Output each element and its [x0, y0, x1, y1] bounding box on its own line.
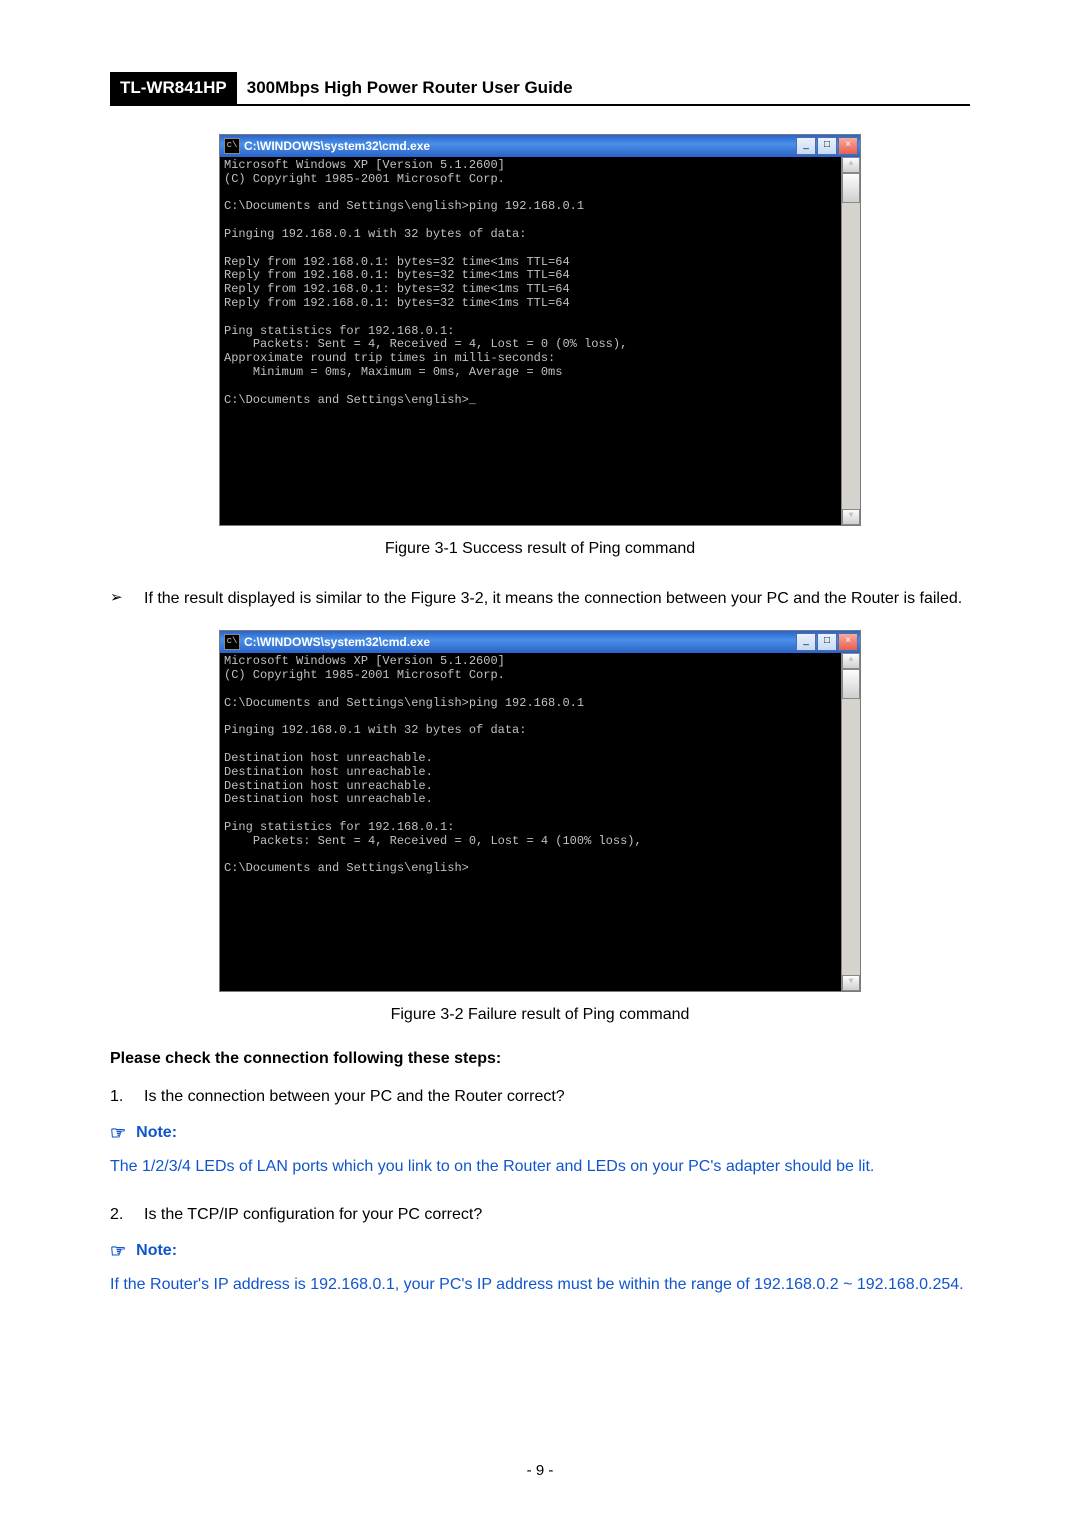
scroll-thumb[interactable]: [842, 173, 860, 203]
step-1: 1. Is the connection between your PC and…: [110, 1082, 970, 1112]
step-number: 1.: [110, 1082, 144, 1112]
page-header: TL-WR841HP 300Mbps High Power Router Use…: [110, 72, 970, 106]
step-2: 2. Is the TCP/IP configuration for your …: [110, 1200, 970, 1230]
maximize-button[interactable]: □: [817, 633, 837, 651]
note-body-1: The 1/2/3/4 LEDs of LAN ports which you …: [110, 1152, 970, 1182]
scrollbar[interactable]: ▲ ▼: [841, 157, 860, 525]
maximize-button[interactable]: □: [817, 137, 837, 155]
cmd-title: C:\WINDOWS\system32\cmd.exe: [244, 139, 796, 153]
cmd-icon: c\: [224, 634, 240, 650]
cmd-title: C:\WINDOWS\system32\cmd.exe: [244, 635, 796, 649]
scroll-track[interactable]: [842, 699, 860, 975]
cmd-titlebar: c\ C:\WINDOWS\system32\cmd.exe _ □ ×: [220, 135, 860, 157]
steps-heading: Please check the connection following th…: [110, 1050, 970, 1068]
note-label: Note:: [136, 1242, 177, 1260]
minimize-button[interactable]: _: [796, 633, 816, 651]
hand-icon: ☞: [110, 1241, 126, 1262]
failure-note: ➢ If the result displayed is similar to …: [110, 584, 970, 614]
product-model: TL-WR841HP: [110, 72, 237, 104]
scroll-down-icon[interactable]: ▼: [842, 975, 860, 991]
close-button[interactable]: ×: [838, 633, 858, 651]
step-text: Is the connection between your PC and th…: [144, 1082, 565, 1112]
scroll-down-icon[interactable]: ▼: [842, 509, 860, 525]
failure-note-text: If the result displayed is similar to th…: [144, 584, 970, 614]
scroll-track[interactable]: [842, 203, 860, 509]
window-controls: _ □ ×: [796, 633, 858, 651]
window-controls: _ □ ×: [796, 137, 858, 155]
cmd-icon: c\: [224, 138, 240, 154]
bullet-icon: ➢: [110, 584, 144, 613]
cmd-output: Microsoft Windows XP [Version 5.1.2600] …: [220, 157, 841, 525]
page-number: - 9 -: [0, 1462, 1080, 1479]
figure-caption-2: Figure 3-2 Failure result of Ping comman…: [110, 1006, 970, 1024]
cmd-titlebar: c\ C:\WINDOWS\system32\cmd.exe _ □ ×: [220, 631, 860, 653]
scroll-thumb[interactable]: [842, 669, 860, 699]
scrollbar[interactable]: ▲ ▼: [841, 653, 860, 991]
document-page: TL-WR841HP 300Mbps High Power Router Use…: [0, 0, 1080, 1527]
step-text: Is the TCP/IP configuration for your PC …: [144, 1200, 482, 1230]
note-label: Note:: [136, 1124, 177, 1142]
cmd-window-failure: c\ C:\WINDOWS\system32\cmd.exe _ □ × Mic…: [219, 630, 861, 992]
scroll-up-icon[interactable]: ▲: [842, 157, 860, 173]
cmd-window-success: c\ C:\WINDOWS\system32\cmd.exe _ □ × Mic…: [219, 134, 861, 526]
note-body-2: If the Router's IP address is 192.168.0.…: [110, 1270, 970, 1300]
scroll-up-icon[interactable]: ▲: [842, 653, 860, 669]
cmd-output: Microsoft Windows XP [Version 5.1.2600] …: [220, 653, 841, 991]
close-button[interactable]: ×: [838, 137, 858, 155]
note-heading-2: ☞ Note:: [110, 1241, 970, 1262]
minimize-button[interactable]: _: [796, 137, 816, 155]
note-heading-1: ☞ Note:: [110, 1123, 970, 1144]
figure-caption-1: Figure 3-1 Success result of Ping comman…: [110, 540, 970, 558]
hand-icon: ☞: [110, 1123, 126, 1144]
document-title: 300Mbps High Power Router User Guide: [237, 72, 970, 104]
step-number: 2.: [110, 1200, 144, 1230]
